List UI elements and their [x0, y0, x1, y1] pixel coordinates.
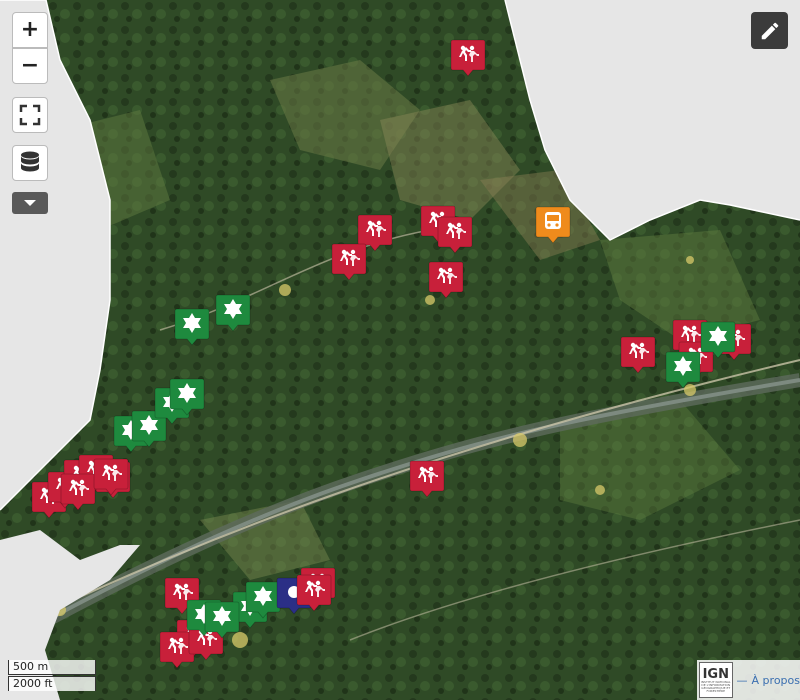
scale-bar: 500 m 2000 ft: [8, 660, 96, 691]
zoom-in-label: +: [20, 17, 40, 42]
hiking-marker[interactable]: [620, 335, 656, 375]
pencil-icon: [761, 22, 778, 39]
about-link[interactable]: À propos: [752, 674, 800, 687]
viewpoint-marker[interactable]: [665, 350, 701, 390]
viewpoint-marker[interactable]: [174, 307, 210, 347]
hiking-marker[interactable]: [331, 242, 367, 282]
star-icon: [174, 308, 210, 346]
viewpoint-marker[interactable]: [215, 293, 251, 333]
hiking-marker[interactable]: [296, 573, 332, 613]
ign-logo: IGN INSTITUT NATIONAL DE L'INFORMATION G…: [699, 662, 733, 698]
more-options-button[interactable]: [12, 192, 48, 214]
star-icon: [700, 321, 736, 359]
bus-marker[interactable]: [535, 205, 571, 245]
hiking-icon: [60, 473, 96, 511]
ign-logo-subtext: INSTITUT NATIONAL DE L'INFORMATION GÉOGR…: [700, 679, 731, 693]
viewpoint-marker[interactable]: [204, 600, 240, 640]
zoom-in-button[interactable]: +: [12, 12, 48, 48]
hiking-marker[interactable]: [93, 457, 129, 497]
about-prefix: —: [736, 673, 748, 687]
viewpoint-marker[interactable]: [700, 320, 736, 360]
hiking-icon: [409, 460, 445, 498]
map-canvas[interactable]: + − 500 m 2000 ft IGN INSTITUT NATIONAL …: [0, 0, 800, 700]
hiking-icon: [620, 336, 656, 374]
hiking-marker[interactable]: [60, 472, 96, 512]
caret-down-icon: [24, 200, 36, 206]
fullscreen-icon: [19, 104, 41, 126]
scale-imperial: 2000 ft: [8, 676, 96, 691]
star-icon: [204, 601, 240, 639]
star-icon: [169, 378, 205, 416]
hiking-icon: [296, 574, 332, 612]
hiking-icon: [450, 39, 486, 77]
viewpoint-marker[interactable]: [169, 377, 205, 417]
hiking-icon: [93, 458, 129, 496]
hiking-marker[interactable]: [409, 459, 445, 499]
zoom-out-button[interactable]: −: [12, 48, 48, 84]
hiking-marker[interactable]: [450, 38, 486, 78]
hiking-icon: [428, 261, 464, 299]
star-icon: [665, 351, 701, 389]
edit-button[interactable]: [751, 12, 788, 49]
hiking-marker[interactable]: [437, 215, 473, 255]
attribution: IGN INSTITUT NATIONAL DE L'INFORMATION G…: [697, 660, 800, 700]
scale-metric: 500 m: [8, 660, 96, 675]
zoom-out-label: −: [20, 53, 40, 78]
layers-button[interactable]: [12, 145, 48, 181]
hiking-icon: [437, 216, 473, 254]
star-icon: [215, 294, 251, 332]
ign-logo-text: IGN: [702, 666, 729, 682]
layers-icon: [21, 151, 39, 172]
fullscreen-button[interactable]: [12, 97, 48, 133]
bus-icon: [535, 206, 571, 244]
hiking-icon: [331, 243, 367, 281]
hiking-marker[interactable]: [428, 260, 464, 300]
